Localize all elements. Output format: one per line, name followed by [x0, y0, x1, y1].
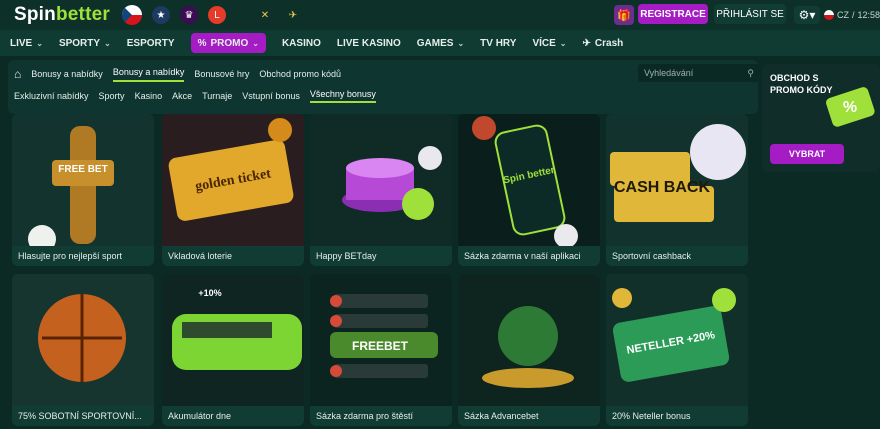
- separator: /: [852, 10, 855, 20]
- main-nav: LIVE ⌄ SPORTY ⌄ ESPORTY % PROMO ⌄ KASINO LIV…: [0, 30, 880, 56]
- tab-obchod-promo-kodu[interactable]: Obchod promo kódů: [259, 69, 341, 79]
- spinbetter-logo[interactable]: Spinbetter: [14, 4, 110, 26]
- percent-icon: %: [197, 37, 207, 49]
- language-code: CZ: [837, 10, 849, 20]
- bonus-card[interactable]: Sázka Advancebet: [458, 274, 600, 426]
- nav-live[interactable]: LIVE ⌄: [10, 38, 43, 49]
- breadcrumb-section[interactable]: Bonusy a nabídky: [31, 69, 103, 79]
- bonus-grid: FREE BET Hlasujte pro nejlepší sport gol…: [12, 114, 752, 429]
- chevron-down-icon: ⌄: [252, 38, 259, 48]
- champions-league-icon[interactable]: ★: [152, 6, 170, 24]
- card-title: Sázka zdarma v naší aplikaci: [464, 251, 581, 261]
- bonus-card[interactable]: FREEBET Sázka zdarma pro štěstí: [310, 274, 452, 426]
- nav-crash[interactable]: ✈ Crash: [583, 38, 624, 49]
- card-art-text: FREE BET: [58, 164, 107, 175]
- filter-akce[interactable]: Akce: [172, 91, 192, 101]
- filter-vsechny-bonusy[interactable]: Všechny bonusy: [309, 89, 376, 103]
- promo-code-shop-panel: % OBCHOD S PROMO KÓDY VYBRAT: [762, 64, 880, 172]
- bonus-image: [310, 114, 452, 246]
- chevron-down-icon: ⌄: [559, 38, 567, 48]
- card-art-text: +10%: [198, 288, 221, 298]
- card-title: 20% Neteller bonus: [612, 411, 691, 421]
- chevron-down-icon: ⌄: [457, 38, 465, 48]
- bonus-card[interactable]: CASH BACK Sportovní cashback: [606, 114, 748, 266]
- language-selector[interactable]: CZ / 12:58: [824, 6, 880, 24]
- logo-better-text: better: [55, 4, 110, 25]
- filter-exkluzivni[interactable]: Exkluzivní nabídky: [14, 91, 89, 101]
- nav-kasino[interactable]: KASINO: [282, 38, 321, 49]
- breadcrumb: ⌂ Bonusy a nabídky Bonusy a nabídky Bonu…: [14, 64, 341, 84]
- nav-vice[interactable]: VÍCE ⌄: [532, 38, 566, 49]
- gift-icon[interactable]: 🎁: [614, 5, 634, 25]
- nav-games[interactable]: GAMES ⌄: [417, 38, 464, 49]
- card-art-text: FREEBET: [352, 339, 409, 353]
- nav-promo[interactable]: % PROMO ⌄: [190, 33, 266, 53]
- bonus-filters: Exkluzivní nabídky Sporty Kasino Akce Tu…: [14, 86, 376, 106]
- card-title: Sázka zdarma pro štěstí: [316, 411, 414, 421]
- chevron-down-icon: ⌄: [36, 38, 43, 48]
- vybrat-button[interactable]: VYBRAT: [770, 144, 844, 164]
- home-icon[interactable]: ⌂: [14, 67, 21, 81]
- tab-bonusove-hry[interactable]: Bonusové hry: [194, 69, 249, 79]
- bonus-card[interactable]: Spin better Sázka zdarma v naší aplikaci: [458, 114, 600, 266]
- bonus-card[interactable]: 75% SOBOTNÍ SPORTOVNÍ...: [12, 274, 154, 426]
- card-title: Happy BETday: [316, 251, 377, 261]
- bonus-image: +10%: [162, 274, 304, 406]
- card-title: 75% SOBOTNÍ SPORTOVNÍ...: [18, 411, 142, 421]
- partner-logos: ★ ♛ L ✕ ✈: [122, 5, 302, 25]
- filter-kasino[interactable]: Kasino: [135, 91, 163, 101]
- bonus-card[interactable]: +10% Akumulátor dne: [162, 274, 304, 426]
- promo-filter-panel: ⌂ Bonusy a nabídky Bonusy a nabídky Bonu…: [8, 60, 760, 114]
- card-title: Sportovní cashback: [612, 251, 692, 261]
- top-bar: Spinbetter ★ ♛ L ✕ ✈ 🎁 REGISTRACE PŘIHLÁ…: [0, 0, 880, 30]
- laliga-icon[interactable]: L: [208, 6, 226, 24]
- crash-bird-icon[interactable]: ✈: [284, 6, 302, 24]
- bonus-card[interactable]: FREE BET Hlasujte pro nejlepší sport: [12, 114, 154, 266]
- card-art-text: CASH BACK: [614, 179, 710, 196]
- premier-league-icon[interactable]: ♛: [180, 6, 198, 24]
- settings-gear-icon[interactable]: ⚙▾: [794, 6, 820, 24]
- bonus-card[interactable]: golden ticket Vkladová loterie: [162, 114, 304, 266]
- filter-turnaje[interactable]: Turnaje: [202, 91, 232, 101]
- clock-time: 12:58: [857, 10, 880, 20]
- bonus-image: Spin better: [458, 114, 600, 246]
- search-placeholder: Vyhledávání: [644, 68, 694, 78]
- search-input[interactable]: Vyhledávání ⚲: [638, 64, 760, 82]
- login-button[interactable]: PŘIHLÁSIT SE: [714, 4, 786, 24]
- card-title: Sázka Advancebet: [464, 411, 539, 421]
- tab-bonusy-a-nabidky[interactable]: Bonusy a nabídky: [112, 67, 185, 82]
- language-flag-icon: [824, 10, 834, 20]
- bonus-image: NETELLER +20%: [606, 274, 748, 406]
- card-title: Akumulátor dne: [168, 411, 232, 421]
- nav-live-kasino[interactable]: LIVE KASINO: [337, 38, 401, 49]
- nav-tv-hry[interactable]: TV HRY: [480, 38, 516, 49]
- nav-esporty[interactable]: ESPORTY: [127, 38, 175, 49]
- filter-sporty[interactable]: Sporty: [99, 91, 125, 101]
- card-title: Vkladová loterie: [168, 251, 233, 261]
- czech-flag-icon[interactable]: [122, 5, 142, 25]
- logo-spin-text: Spin: [14, 4, 56, 25]
- bonus-image: CASH BACK: [606, 114, 748, 246]
- bonus-image: golden ticket: [162, 114, 304, 246]
- bonus-image: [12, 274, 154, 406]
- plane-icon: ✈: [582, 37, 591, 49]
- nav-sporty[interactable]: SPORTY ⌄: [59, 38, 111, 49]
- svg-text:%: %: [843, 99, 857, 116]
- bonus-image: [458, 274, 600, 406]
- promo-code-shop-title: OBCHOD S PROMO KÓDY: [770, 73, 833, 95]
- bonus-image: FREEBET: [310, 274, 452, 406]
- crash-game-icon[interactable]: ✕: [256, 6, 274, 24]
- card-title: Hlasujte pro nejlepší sport: [18, 251, 123, 261]
- chevron-down-icon: ⌄: [104, 38, 111, 48]
- bonus-card[interactable]: NETELLER +20% 20% Neteller bonus: [606, 274, 748, 426]
- filter-vstupni-bonus[interactable]: Vstupní bonus: [242, 91, 300, 101]
- bonus-card[interactable]: Happy BETday: [310, 114, 452, 266]
- bonus-image: FREE BET: [12, 114, 154, 246]
- search-icon[interactable]: ⚲: [747, 68, 754, 79]
- register-button[interactable]: REGISTRACE: [638, 4, 708, 24]
